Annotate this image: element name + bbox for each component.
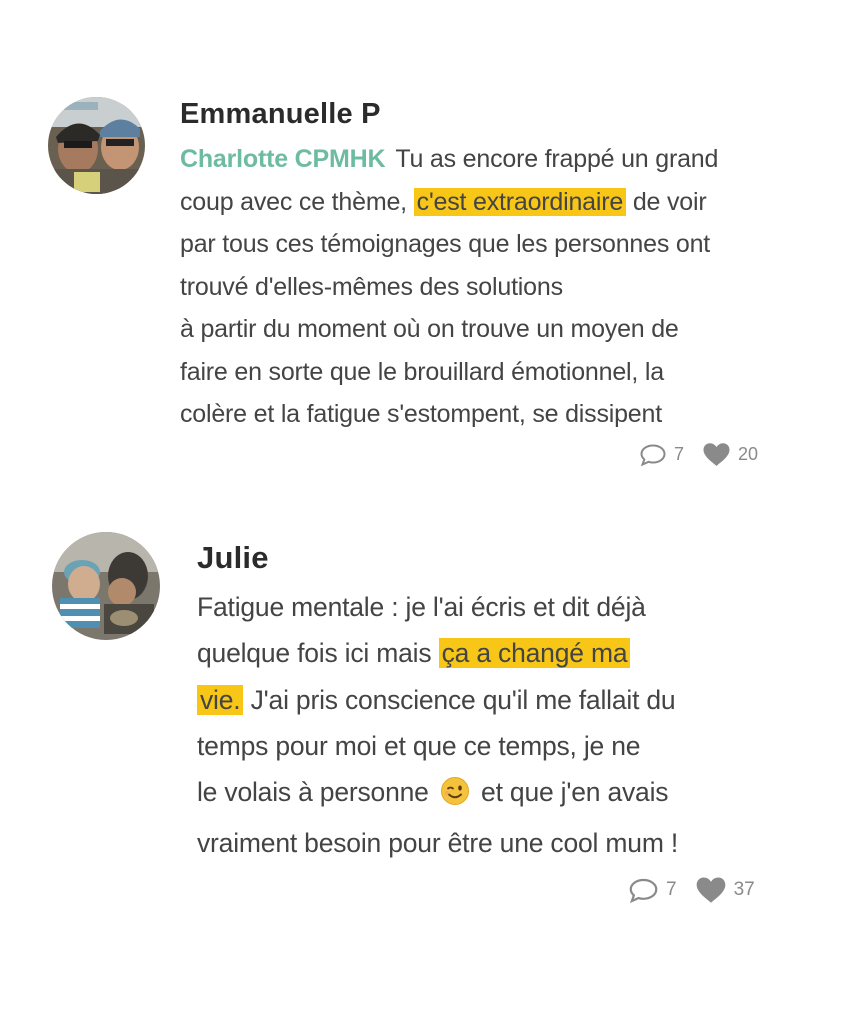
comment-text: Fatigue mentale : je l'ai écris et dit d… <box>197 584 678 867</box>
text-segment: quelque fois ici mais <box>197 638 439 669</box>
avatar[interactable] <box>52 532 160 640</box>
comment-line: coup avec ce thème, c'est extraordinaire… <box>180 181 718 224</box>
comment-text: Charlotte CPMHK Tu as encore frappé un gr… <box>180 138 718 436</box>
heart-icon <box>696 877 725 903</box>
comment-line: Fatigue mentale : je l'ai écris et dit d… <box>197 592 646 622</box>
like-button[interactable]: 20 <box>702 442 758 467</box>
highlighted-text: ça a changé ma <box>438 638 631 669</box>
comment-line: vraiment besoin pour être une cool mum ! <box>197 828 679 859</box>
highlighted-text: vie. <box>197 684 244 715</box>
comment-meta: 7 20 <box>639 442 758 467</box>
text-segment: Tu as encore frappé un grand <box>395 145 719 173</box>
like-count: 20 <box>738 444 759 464</box>
comment-line: à partir du moment où on trouve un moyen… <box>180 315 679 343</box>
comment-line: le volais à personne et que j'en avais <box>197 769 678 820</box>
speech-bubble-icon <box>629 878 658 903</box>
comment-line: temps pour moi et que ce temps, je ne <box>197 730 641 761</box>
comment-line: quelque fois ici mais ça a changé ma <box>197 630 678 676</box>
text-segment: J'ai pris conscience qu'il me fallait du <box>243 684 676 715</box>
winking-face-icon <box>440 774 470 820</box>
avatar[interactable] <box>48 97 145 194</box>
text-segment: et que j'en avais <box>473 777 669 808</box>
reply-count: 7 <box>674 444 685 464</box>
comment-author[interactable]: Emmanuelle P <box>180 98 381 131</box>
highlighted-text: c'est extraordinaire <box>413 187 627 216</box>
text-segment: coup avec ce thème, <box>180 187 414 216</box>
heart-icon <box>703 443 730 466</box>
comment-line: trouvé d'elles-mêmes des solutions <box>180 272 563 301</box>
comment-line: Charlotte CPMHK Tu as encore frappé un gr… <box>180 138 718 181</box>
mention-link[interactable]: Charlotte CPMHK <box>180 145 386 173</box>
comment-author[interactable]: Julie <box>197 540 269 576</box>
reply-count: 7 <box>666 879 677 900</box>
reply-button[interactable]: 7 <box>639 443 684 467</box>
like-button[interactable]: 37 <box>695 876 755 904</box>
user-photo-avatar-icon <box>48 97 145 194</box>
text-segment: de voir <box>626 187 707 216</box>
speech-bubble-icon <box>640 443 666 466</box>
comment-line: colère et la fatigue s'estompent, se dis… <box>180 400 662 428</box>
text-segment: le volais à personne <box>197 777 436 808</box>
comment-line: faire en sorte que le brouillard émotion… <box>180 357 664 386</box>
like-count: 37 <box>733 879 755 900</box>
user-photo-avatar-icon <box>52 532 160 640</box>
comment-line: vie. J'ai pris conscience qu'il me falla… <box>197 677 678 723</box>
reply-button[interactable]: 7 <box>628 877 677 904</box>
comment-line: par tous ces témoignages que les personn… <box>180 230 711 258</box>
comment-meta: 7 37 <box>628 876 755 904</box>
